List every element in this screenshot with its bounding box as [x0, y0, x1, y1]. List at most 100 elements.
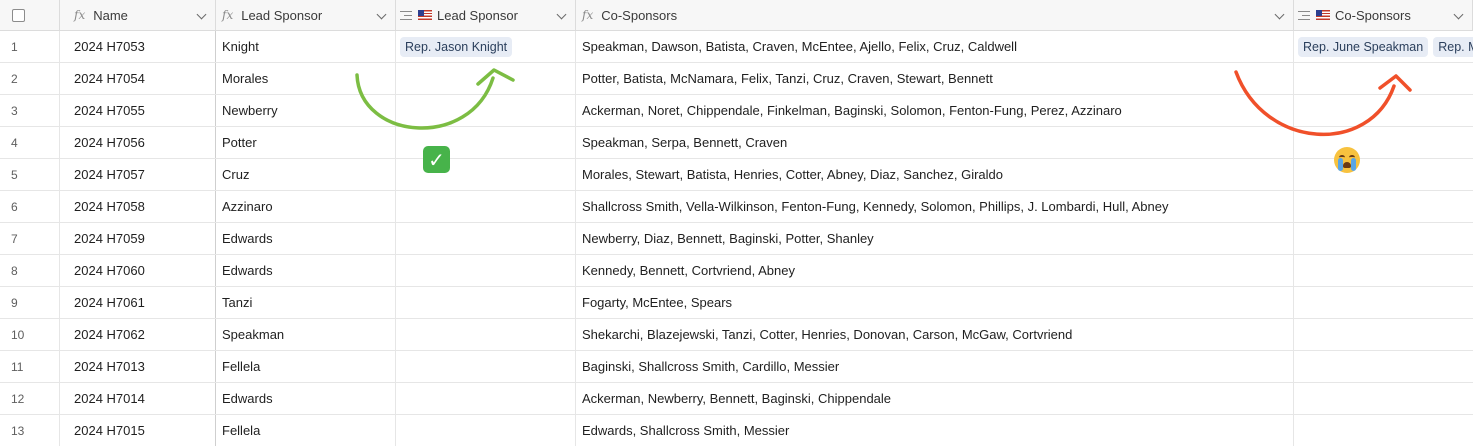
co-sponsors-linked-cell[interactable]: [1294, 127, 1473, 158]
table-row[interactable]: 7 2024 H7059 Edwards Newberry, Diaz, Bennet…: [0, 223, 1473, 255]
table-row[interactable]: 3 2024 H7055 Newberry Ackerman, Noret, Chip…: [0, 95, 1473, 127]
lead-sponsor-linked-cell[interactable]: [396, 351, 576, 382]
co-sponsors-linked-cell[interactable]: [1294, 351, 1473, 382]
row-number-cell[interactable]: 9: [0, 287, 60, 318]
lead-sponsor-cell[interactable]: Speakman: [216, 319, 396, 350]
table-row[interactable]: 8 2024 H7060 Edwards Kennedy, Bennett, Cort…: [0, 255, 1473, 287]
lead-sponsor-linked-cell[interactable]: [396, 415, 576, 446]
co-sponsors-cell[interactable]: Speakman, Dawson, Batista, Craven, McEnt…: [576, 31, 1294, 62]
table-row[interactable]: 13 2024 H7015 Fellela Edwards, Shallcross S…: [0, 415, 1473, 446]
lead-sponsor-cell[interactable]: Edwards: [216, 383, 396, 414]
table-row[interactable]: 12 2024 H7014 Edwards Ackerman, Newberry, B…: [0, 383, 1473, 415]
name-cell[interactable]: 2024 H7059: [60, 223, 216, 254]
table-row[interactable]: 11 2024 H7013 Fellela Baginski, Shallcross …: [0, 351, 1473, 383]
co-sponsors-cell[interactable]: Shekarchi, Blazejewski, Tanzi, Cotter, H…: [576, 319, 1294, 350]
name-cell[interactable]: 2024 H7053: [60, 31, 216, 62]
chevron-down-icon[interactable]: [556, 9, 567, 20]
lead-sponsor-linked-cell[interactable]: [396, 191, 576, 222]
row-number-cell[interactable]: 10: [0, 319, 60, 350]
co-sponsors-cell[interactable]: Speakman, Serpa, Bennett, Craven: [576, 127, 1294, 158]
chevron-down-icon[interactable]: [376, 9, 387, 20]
lead-sponsor-cell[interactable]: Fellela: [216, 415, 396, 446]
row-number-cell[interactable]: 2: [0, 63, 60, 94]
row-number-cell[interactable]: 3: [0, 95, 60, 126]
co-sponsors-cell[interactable]: Baginski, Shallcross Smith, Cardillo, Me…: [576, 351, 1294, 382]
co-sponsors-cell[interactable]: Potter, Batista, McNamara, Felix, Tanzi,…: [576, 63, 1294, 94]
column-header-lead-sponsor-linked[interactable]: Lead Sponsor: [396, 0, 576, 30]
lead-sponsor-cell[interactable]: Knight: [216, 31, 396, 62]
table-row[interactable]: 6 2024 H7058 Azzinaro Shallcross Smith, Vel…: [0, 191, 1473, 223]
row-number-cell[interactable]: 11: [0, 351, 60, 382]
table-row[interactable]: 10 2024 H7062 Speakman Shekarchi, Blazejews…: [0, 319, 1473, 351]
lead-sponsor-linked-cell[interactable]: [396, 223, 576, 254]
row-number-cell[interactable]: 13: [0, 415, 60, 446]
lead-sponsor-cell[interactable]: Edwards: [216, 223, 396, 254]
co-sponsors-cell[interactable]: Ackerman, Noret, Chippendale, Finkelman,…: [576, 95, 1294, 126]
row-number-cell[interactable]: 4: [0, 127, 60, 158]
co-sponsors-cell[interactable]: Kennedy, Bennett, Cortvriend, Abney: [576, 255, 1294, 286]
lead-sponsor-linked-cell[interactable]: [396, 95, 576, 126]
co-sponsors-cell[interactable]: Morales, Stewart, Batista, Henries, Cott…: [576, 159, 1294, 190]
co-sponsors-cell[interactable]: Newberry, Diaz, Bennett, Baginski, Potte…: [576, 223, 1294, 254]
row-number-cell[interactable]: 8: [0, 255, 60, 286]
row-number-cell[interactable]: 5: [0, 159, 60, 190]
table-row[interactable]: 1 2024 H7053 Knight Rep. Jason Knight Speakm…: [0, 31, 1473, 63]
lead-sponsor-linked-cell[interactable]: [396, 319, 576, 350]
co-sponsors-linked-cell[interactable]: [1294, 223, 1473, 254]
table-row[interactable]: 4 2024 H7056 Potter Speakman, Serpa, Bennet…: [0, 127, 1473, 159]
lead-sponsor-cell[interactable]: Edwards: [216, 255, 396, 286]
lead-sponsor-cell[interactable]: Fellela: [216, 351, 396, 382]
column-header-name[interactable]: fx Name: [60, 0, 216, 30]
column-header-co-sponsors-linked[interactable]: Co-Sponsors: [1294, 0, 1473, 30]
table-row[interactable]: 5 2024 H7057 Cruz Morales, Stewart, Batista…: [0, 159, 1473, 191]
name-cell[interactable]: 2024 H7054: [60, 63, 216, 94]
row-number-cell[interactable]: 12: [0, 383, 60, 414]
column-header-lead-sponsor[interactable]: fx Lead Sponsor: [216, 0, 396, 30]
name-cell[interactable]: 2024 H7056: [60, 127, 216, 158]
lead-sponsor-cell[interactable]: Morales: [216, 63, 396, 94]
name-cell[interactable]: 2024 H7057: [60, 159, 216, 190]
name-cell[interactable]: 2024 H7058: [60, 191, 216, 222]
row-number-cell[interactable]: 6: [0, 191, 60, 222]
lead-sponsor-linked-cell[interactable]: [396, 287, 576, 318]
co-sponsors-linked-cell[interactable]: [1294, 159, 1473, 190]
chevron-down-icon[interactable]: [1274, 9, 1285, 20]
chevron-down-icon[interactable]: [196, 9, 207, 20]
name-cell[interactable]: 2024 H7055: [60, 95, 216, 126]
lead-sponsor-linked-cell[interactable]: Rep. Jason Knight: [396, 31, 576, 62]
co-sponsors-linked-cell[interactable]: [1294, 95, 1473, 126]
name-cell[interactable]: 2024 H7015: [60, 415, 216, 446]
lead-sponsor-linked-cell[interactable]: [396, 383, 576, 414]
table-row[interactable]: 9 2024 H7061 Tanzi Fogarty, McEntee, Spears: [0, 287, 1473, 319]
column-header-co-sponsors[interactable]: fx Co-Sponsors: [576, 0, 1294, 30]
lead-sponsor-cell[interactable]: Potter: [216, 127, 396, 158]
linked-record-chip[interactable]: Rep. Jason Knight: [400, 36, 513, 57]
co-sponsors-linked-cell[interactable]: [1294, 415, 1473, 446]
co-sponsors-cell[interactable]: Edwards, Shallcross Smith, Messier: [576, 415, 1294, 446]
name-cell[interactable]: 2024 H7060: [60, 255, 216, 286]
co-sponsors-linked-cell[interactable]: Rep. June SpeakmanRep. M: [1294, 31, 1473, 62]
co-sponsors-cell[interactable]: Shallcross Smith, Vella-Wilkinson, Fento…: [576, 191, 1294, 222]
lead-sponsor-linked-cell[interactable]: [396, 255, 576, 286]
co-sponsors-linked-cell[interactable]: [1294, 255, 1473, 286]
lead-sponsor-cell[interactable]: Azzinaro: [216, 191, 396, 222]
lead-sponsor-cell[interactable]: Newberry: [216, 95, 396, 126]
co-sponsors-linked-cell[interactable]: [1294, 287, 1473, 318]
co-sponsors-linked-cell[interactable]: [1294, 191, 1473, 222]
co-sponsors-linked-cell[interactable]: [1294, 63, 1473, 94]
name-cell[interactable]: 2024 H7061: [60, 287, 216, 318]
chevron-down-icon[interactable]: [1453, 9, 1464, 20]
co-sponsors-cell[interactable]: Ackerman, Newberry, Bennett, Baginski, C…: [576, 383, 1294, 414]
co-sponsors-linked-cell[interactable]: [1294, 383, 1473, 414]
lead-sponsor-linked-cell[interactable]: [396, 63, 576, 94]
row-number-cell[interactable]: 7: [0, 223, 60, 254]
table-row[interactable]: 2 2024 H7054 Morales Potter, Batista, McNam…: [0, 63, 1473, 95]
select-all-cell[interactable]: [0, 0, 60, 30]
lead-sponsor-cell[interactable]: Tanzi: [216, 287, 396, 318]
linked-record-chip[interactable]: Rep. June Speakman: [1298, 36, 1429, 57]
row-number-cell[interactable]: 1: [0, 31, 60, 62]
name-cell[interactable]: 2024 H7014: [60, 383, 216, 414]
name-cell[interactable]: 2024 H7062: [60, 319, 216, 350]
co-sponsors-cell[interactable]: Fogarty, McEntee, Spears: [576, 287, 1294, 318]
linked-record-chip[interactable]: Rep. M: [1433, 36, 1473, 57]
